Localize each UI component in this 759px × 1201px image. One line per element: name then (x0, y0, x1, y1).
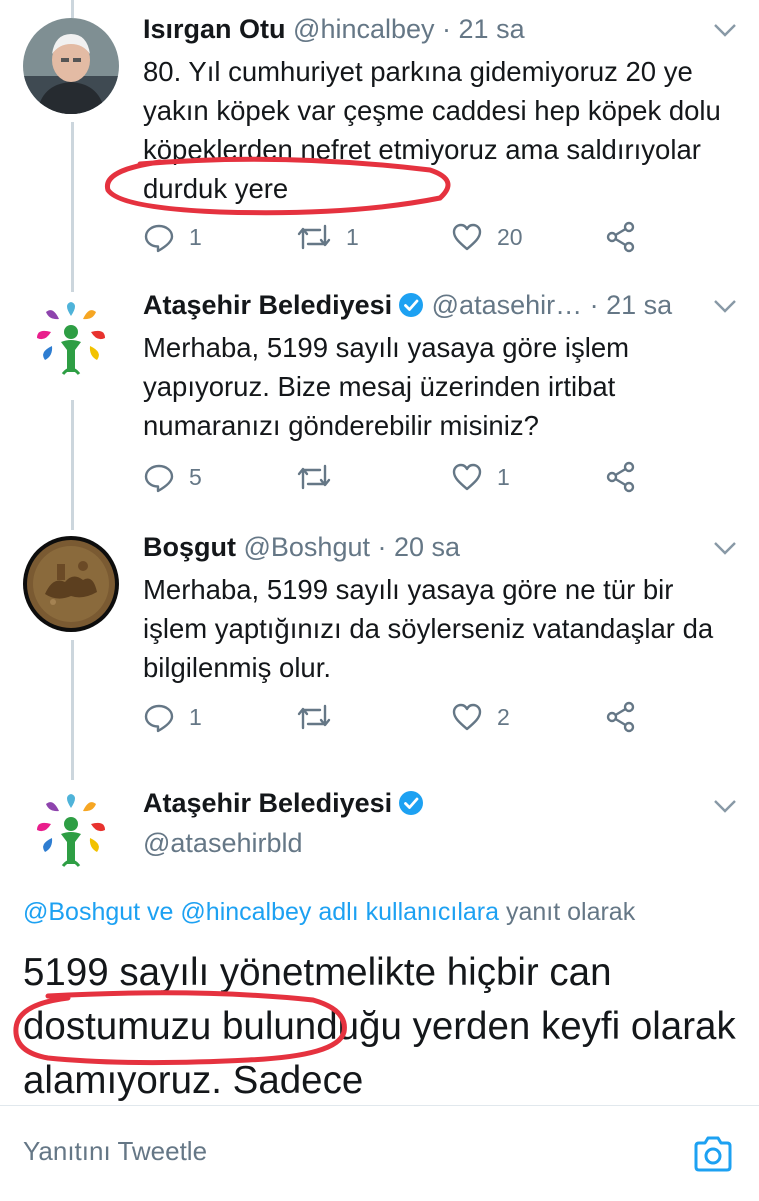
tweet[interactable]: Boşgut @Boshgut · 20 sa Merhaba, 5199 sa… (0, 530, 759, 760)
timestamp[interactable]: · 21 sa (442, 14, 525, 44)
tweet-actions: 5 1 (143, 460, 643, 494)
timestamp[interactable]: · 21 sa (590, 290, 673, 320)
like-count: 1 (497, 463, 510, 490)
focused-tweet: Ataşehir Belediyesi @atasehirbld (0, 786, 759, 886)
chevron-down-icon[interactable] (712, 298, 738, 314)
chevron-down-icon[interactable] (712, 798, 738, 814)
like-button[interactable]: 20 (451, 220, 523, 254)
avatar[interactable] (23, 18, 119, 114)
heart-icon (452, 463, 482, 491)
handle[interactable]: @hincalbey (293, 14, 435, 44)
chevron-down-icon[interactable] (712, 22, 738, 38)
tweet-header: Ataşehir Belediyesi @atasehir… · 21 sa (143, 288, 672, 322)
retweet-icon (297, 224, 331, 250)
retweet-button[interactable] (296, 460, 332, 494)
retweet-count: 1 (346, 223, 359, 250)
share-icon (606, 221, 635, 253)
handle[interactable]: @atasehir… (432, 290, 582, 320)
display-name[interactable]: Isırgan Otu (143, 14, 286, 44)
tweet-text: Merhaba, 5199 sayılı yasaya göre ne tür … (143, 574, 714, 683)
tweet-actions: 1 2 (143, 700, 643, 734)
avatar[interactable] (23, 294, 119, 390)
reply-button[interactable]: 1 (143, 700, 202, 734)
replying-to: @Boshgut ve @hincalbey adlı kullanıcılar… (23, 895, 635, 929)
tweet[interactable]: Isırgan Otu @hincalbey · 21 sa 80. Yıl c… (0, 12, 759, 272)
tweet[interactable]: Ataşehir Belediyesi @atasehir… · 21 sa M… (0, 288, 759, 518)
tweet-text: Merhaba, 5199 sayılı yasaya göre işlem y… (143, 332, 630, 441)
retweet-button[interactable]: 1 (296, 220, 359, 254)
display-name[interactable]: Ataşehir Belediyesi (143, 786, 424, 820)
camera-icon[interactable] (692, 1134, 734, 1174)
like-button[interactable]: 1 (451, 460, 510, 494)
display-name[interactable]: Ataşehir Belediyesi (143, 290, 392, 320)
reply-icon (144, 464, 174, 493)
reply-icon (144, 224, 174, 253)
reply-icon (144, 704, 174, 733)
share-button[interactable] (605, 700, 637, 734)
reply-input[interactable]: Yanıtını Tweetle (23, 1136, 207, 1167)
like-count: 20 (497, 223, 523, 250)
tweet-header: Isırgan Otu @hincalbey · 21 sa (143, 12, 525, 46)
handle[interactable]: @Boshgut (244, 532, 370, 562)
verified-badge-icon (399, 791, 424, 815)
display-name[interactable]: Boşgut (143, 532, 236, 562)
like-count: 2 (497, 703, 510, 730)
reply-count: 1 (189, 223, 202, 250)
replying-to-users-link[interactable]: @Boshgut ve @hincalbey adlı kullanıcılar… (23, 898, 499, 926)
tweet-text: 80. Yıl cumhuriyet parkına gidemiyoruz 2… (143, 56, 721, 204)
heart-icon (452, 703, 482, 731)
replying-to-suffix: yanıt olarak (499, 898, 636, 926)
coin-image-icon (23, 536, 119, 632)
reply-button[interactable]: 1 (143, 220, 202, 254)
share-button[interactable] (605, 460, 637, 494)
municipality-logo-icon (23, 786, 119, 882)
verified-badge-icon (399, 293, 424, 317)
retweet-icon (297, 464, 331, 490)
share-icon (606, 461, 635, 493)
tweet-header: Boşgut @Boshgut · 20 sa (143, 530, 460, 564)
avatar[interactable] (23, 786, 119, 882)
retweet-button[interactable] (296, 700, 332, 734)
share-icon (606, 701, 635, 733)
like-button[interactable]: 2 (451, 700, 510, 734)
timestamp[interactable]: · 20 sa (378, 532, 461, 562)
avatar[interactable] (23, 536, 119, 632)
share-button[interactable] (605, 220, 637, 254)
profile-photo-icon (23, 18, 119, 114)
reply-count: 5 (189, 463, 202, 490)
chevron-down-icon[interactable] (712, 540, 738, 556)
reply-count: 1 (189, 703, 202, 730)
municipality-logo-icon (23, 294, 119, 390)
retweet-icon (297, 704, 331, 730)
heart-icon (452, 223, 482, 251)
tweet-actions: 1 1 20 (143, 220, 643, 254)
reply-button[interactable]: 5 (143, 460, 202, 494)
focused-tweet-text: 5199 sayılı yönetmelikte hiçbir can dost… (23, 951, 736, 1102)
reply-compose-bar: Yanıtını Tweetle (0, 1105, 759, 1201)
handle[interactable]: @atasehirbld (143, 826, 303, 860)
